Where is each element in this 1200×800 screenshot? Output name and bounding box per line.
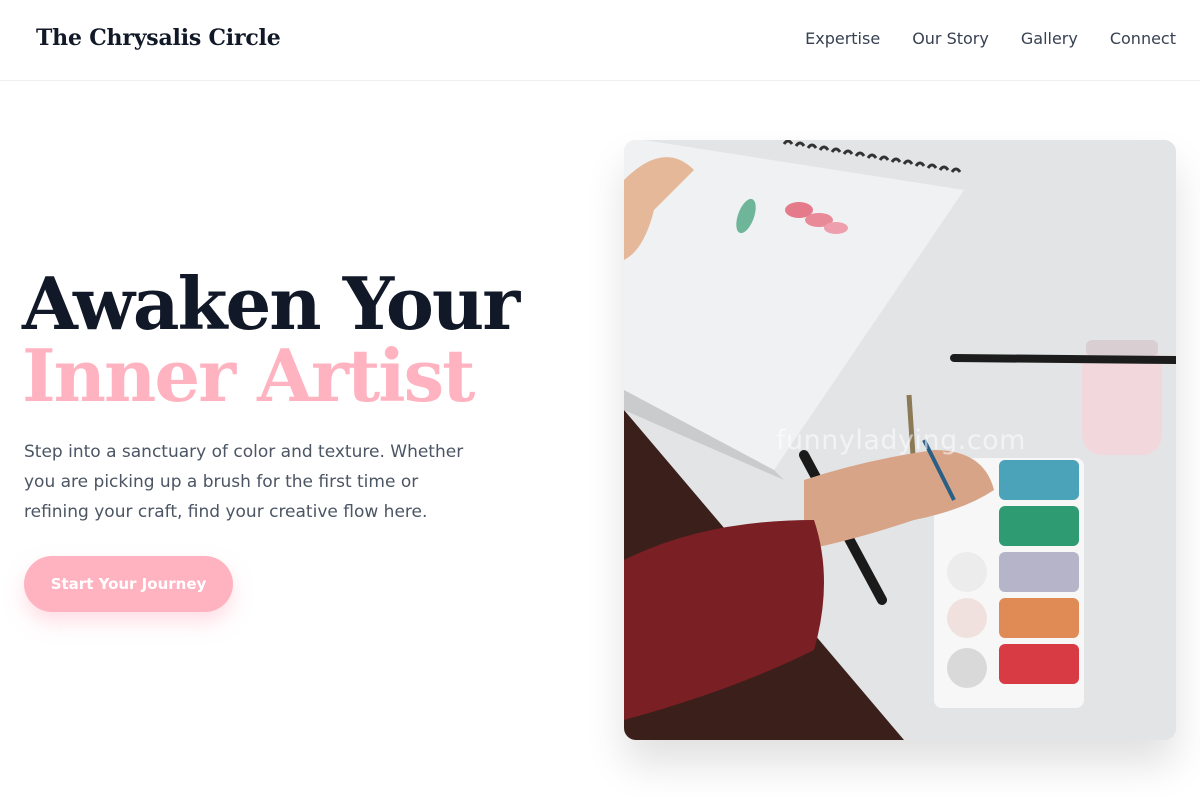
start-journey-button[interactable]: Start Your Journey [24, 556, 233, 612]
site-header: The Chrysalis Circle Expertise Our Story… [0, 0, 1200, 81]
hero-title-line-2: Inner Artist [22, 333, 475, 418]
nav-link-our-story[interactable]: Our Story [912, 29, 989, 48]
hero-description: Step into a sanctuary of color and textu… [24, 442, 464, 522]
nav-link-gallery[interactable]: Gallery [1021, 29, 1078, 48]
main-nav: Expertise Our Story Gallery Connect [805, 29, 1176, 48]
hero-title: Awaken Your Inner Artist [22, 261, 520, 418]
nav-link-expertise[interactable]: Expertise [805, 29, 880, 48]
hero-title-line-1: Awaken Your [22, 261, 520, 346]
nav-link-connect[interactable]: Connect [1110, 29, 1176, 48]
brand-logo-text[interactable]: The Chrysalis Circle [36, 25, 281, 51]
image-watermark: funnyladying.com [776, 425, 1026, 456]
